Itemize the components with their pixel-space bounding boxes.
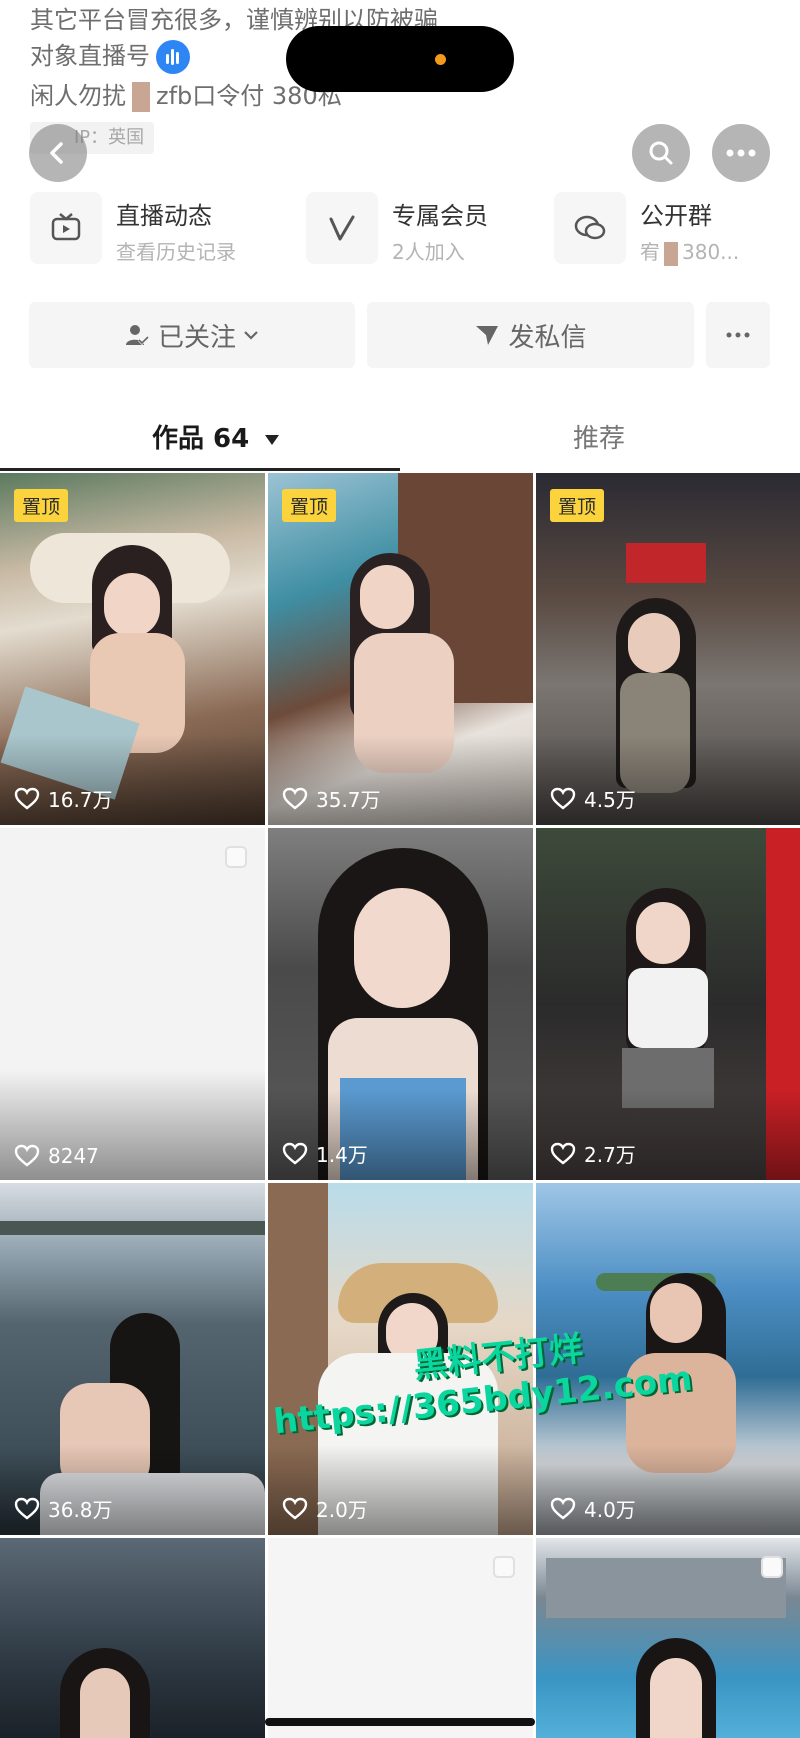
chevron-down-icon [244,331,258,340]
like-count-value: 36.8万 [48,1498,113,1522]
photo-content [546,1558,786,1618]
pinned-badge: 置顶 [550,489,605,522]
feature-title: 专属会员 [392,202,488,230]
tab-works-label: 作品 64 [152,424,250,454]
more-actions-button[interactable] [706,302,770,368]
more-options-button[interactable] [712,124,770,182]
tv-icon [30,192,102,264]
audio-wave-icon[interactable] [156,40,190,74]
heart-icon [550,1142,576,1165]
pinned-badge: 置顶 [282,489,337,522]
feature-subtitle: 查看历史记录 [116,240,236,264]
followed-button[interactable]: 已关注 [29,302,355,368]
redacted-block [132,82,150,112]
heart-icon [282,787,308,810]
chevron-left-icon [50,142,63,164]
video-thumbnail[interactable]: 8247 [0,828,265,1180]
like-count: 36.8万 [14,1494,113,1523]
back-button[interactable] [29,124,87,182]
like-count: 2.0万 [282,1494,368,1523]
like-count: 16.7万 [14,784,113,813]
like-count: 8247 [14,1144,99,1168]
video-thumbnail[interactable] [536,1538,800,1738]
group-sub-prefix: 宥 [640,240,660,264]
heart-icon [282,1142,308,1165]
tab-works[interactable]: 作品 64 [152,418,280,455]
like-count-value: 16.7万 [48,788,113,812]
tab-recommend[interactable]: 推荐 [573,418,625,455]
photo-content [650,1658,702,1738]
heart-icon [14,1497,40,1520]
like-count: 2.7万 [550,1139,636,1168]
photo-content [636,902,690,964]
redacted-block [664,241,678,266]
vip-v-icon [306,192,378,264]
photo-content [628,968,708,1048]
select-checkbox[interactable] [761,1556,783,1578]
paper-plane-icon [476,326,499,345]
video-thumbnail[interactable] [268,1538,533,1738]
photo-content [104,573,160,637]
video-thumbnail[interactable] [0,1538,265,1738]
like-count-value: 2.0万 [316,1498,368,1522]
chat-group-icon [554,192,626,264]
search-icon [649,141,673,165]
send-message-button[interactable]: 发私信 [367,302,694,368]
video-thumbnail[interactable]: 1.4万 [268,828,533,1180]
like-count: 4.5万 [550,784,636,813]
photo-content [354,888,450,1008]
like-count: 1.4万 [282,1139,368,1168]
followed-label: 已关注 [157,322,236,353]
group-sub-count: 380... [682,240,740,264]
video-thumbnail[interactable]: 36.8万 [0,1183,265,1535]
feature-title: 直播动态 [116,202,212,230]
like-count-value: 4.5万 [584,788,636,812]
like-count-value: 35.7万 [316,788,381,812]
pinned-badge: 置顶 [14,489,69,522]
select-checkbox[interactable] [493,1556,515,1578]
dynamic-island [286,26,514,92]
feature-subtitle: 2人加入 [392,240,465,264]
photo-content [626,543,706,583]
like-count-value: 8247 [48,1144,99,1168]
select-checkbox[interactable] [225,846,247,868]
heart-icon [550,1497,576,1520]
user-check-icon [125,325,150,346]
caret-down-icon [265,434,280,445]
like-count-value: 2.7万 [584,1143,636,1167]
ellipsis-icon [726,332,750,338]
search-button[interactable] [632,124,690,182]
feature-title: 公开群 [640,202,712,230]
bio-line-3-prefix: 闲人勿扰 [30,82,126,110]
photo-content [80,1668,130,1738]
video-thumbnail[interactable]: 置顶 16.7万 [0,473,265,825]
active-tab-indicator [0,468,400,471]
send-message-label: 发私信 [508,322,587,353]
heart-icon [14,787,40,810]
video-thumbnail[interactable]: 置顶 4.5万 [536,473,800,825]
photo-content [360,565,414,629]
photo-content [0,1221,265,1235]
like-count-value: 1.4万 [316,1143,368,1167]
heart-icon [14,1144,40,1167]
video-thumbnail[interactable]: 置顶 35.7万 [268,473,533,825]
bio-line-2-text: 对象直播号 [30,42,150,70]
video-thumbnail[interactable]: 2.7万 [536,828,800,1180]
photo-content [628,613,680,673]
feature-subtitle: 宥 380... [640,236,739,266]
recording-dot-icon [435,54,446,65]
like-count: 4.0万 [550,1494,636,1523]
ellipsis-icon [726,149,756,157]
like-count-value: 4.0万 [584,1498,636,1522]
like-count: 35.7万 [282,784,381,813]
heart-icon [282,1497,308,1520]
heart-icon [550,787,576,810]
home-indicator [265,1718,535,1726]
bio-line-2: 对象直播号 [30,36,190,74]
